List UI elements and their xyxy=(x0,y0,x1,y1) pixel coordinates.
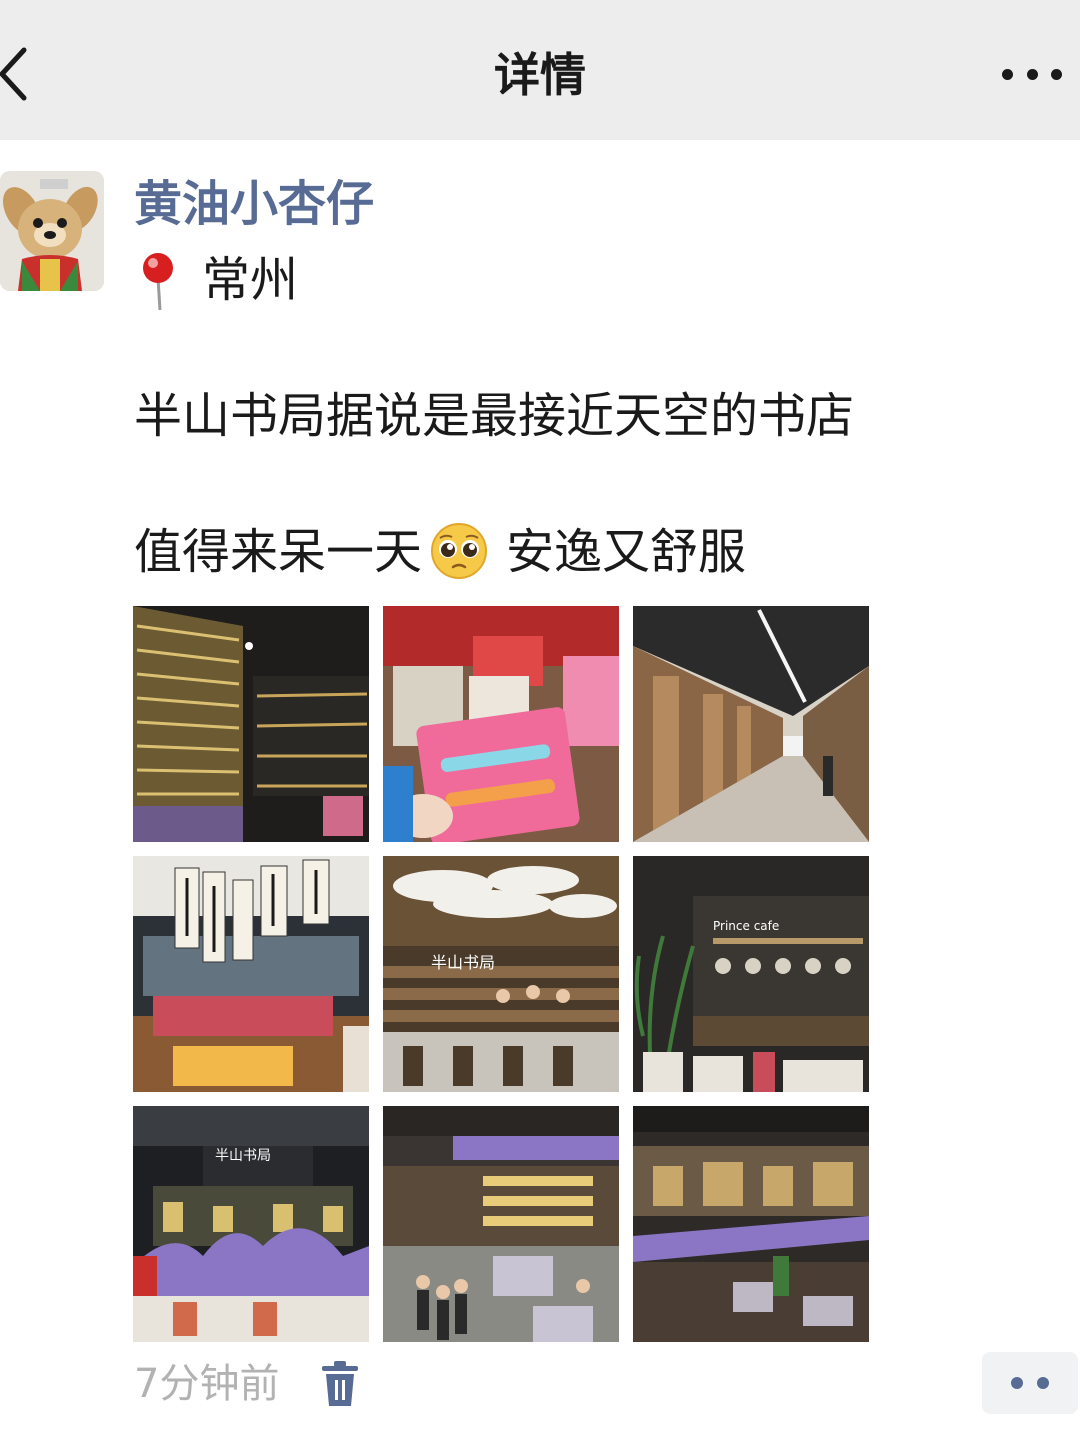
location-line[interactable]: 常州 xyxy=(134,248,298,312)
dog-avatar-image xyxy=(0,171,104,291)
photo-atrium-hall[interactable] xyxy=(383,1106,619,1342)
nav-bar: 详情 xyxy=(0,0,1080,140)
entrance-display-image: 半山书局 xyxy=(133,1106,369,1342)
post-text-part: 安逸又舒服 xyxy=(506,524,747,580)
comment-like-button[interactable] xyxy=(982,1352,1078,1414)
souvenir-cards-image xyxy=(383,606,619,842)
photo-cafe-counter[interactable]: Prince cafe xyxy=(633,856,869,1092)
comment-like-dots-icon xyxy=(1011,1377,1023,1389)
cafe-counter-image: Prince cafe xyxy=(633,856,869,1092)
more-button[interactable] xyxy=(1002,52,1062,96)
pleading-face-emoji-icon xyxy=(430,522,488,580)
photo-caption: 半山书局 xyxy=(215,1148,271,1164)
photo-stairs-seating[interactable]: 半山书局 xyxy=(383,856,619,1092)
post-text-part: 值得来呆一天 xyxy=(134,524,423,580)
photo-grid: 半山书局 Prince cafe 半山书局 xyxy=(133,606,870,1342)
photo-entrance-display[interactable]: 半山书局 xyxy=(133,1106,369,1342)
atrium-hall-image xyxy=(383,1106,619,1342)
post-timestamp: 7分钟前 xyxy=(134,1361,280,1407)
avatar[interactable] xyxy=(0,171,104,291)
photo-caption: Prince cafe xyxy=(713,919,779,933)
stairs-seating-image: 半山书局 xyxy=(383,856,619,1092)
trash-icon xyxy=(322,1361,358,1406)
photo-corridor[interactable] xyxy=(633,606,869,842)
photo-souvenir-cards[interactable] xyxy=(383,606,619,842)
map-pin-icon xyxy=(134,248,182,312)
multi-level-hall-image xyxy=(633,1106,869,1342)
corridor-image xyxy=(633,606,869,842)
bookshelf-wall-image xyxy=(133,606,369,842)
photo-banners-shop[interactable] xyxy=(133,856,369,1092)
photo-caption: 半山书局 xyxy=(431,953,495,972)
page-title: 详情 xyxy=(494,48,586,102)
delete-button[interactable] xyxy=(318,1360,362,1408)
location-text: 常州 xyxy=(202,252,299,308)
user-name[interactable]: 黄油小杏仔 xyxy=(134,172,374,236)
photo-bookshelf-wall[interactable] xyxy=(133,606,369,842)
post-text-line-1: 半山书局据说是最接近天空的书店 xyxy=(134,388,855,444)
banners-shop-image xyxy=(133,856,369,1092)
post-text-line-2: 值得来呆一天 安逸又舒服 xyxy=(134,520,746,584)
photo-multi-level-hall[interactable] xyxy=(633,1106,869,1342)
more-dots-icon xyxy=(1002,68,1013,80)
